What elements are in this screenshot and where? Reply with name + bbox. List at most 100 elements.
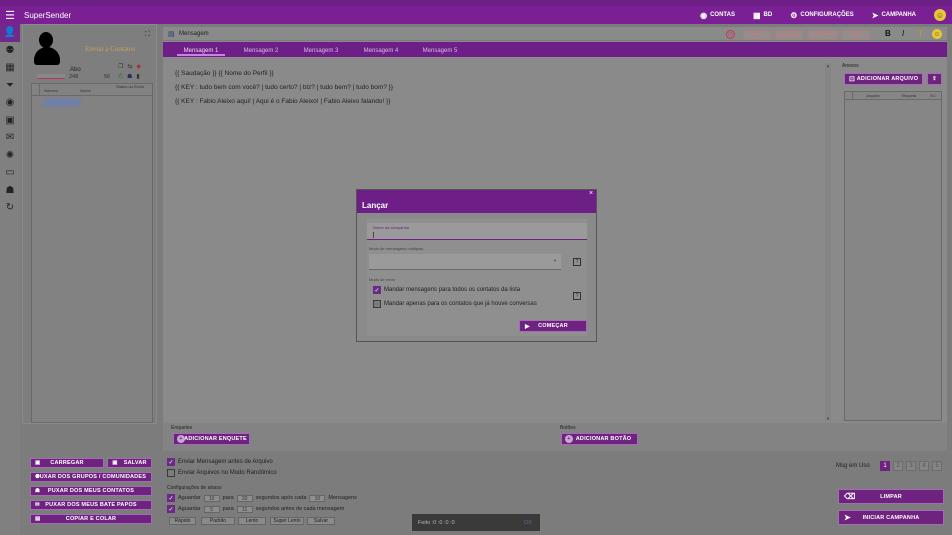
person-icon[interactable]: ☗ <box>127 73 132 80</box>
delay-row1-checkbox[interactable]: ✓ <box>167 494 175 502</box>
delay-row2-from[interactable]: 5 <box>203 505 220 513</box>
delay-row2-to[interactable]: 11 <box>236 505 253 513</box>
arquivos-random-checkbox[interactable] <box>167 469 175 477</box>
nav-bd[interactable]: ▦ BD <box>753 11 772 20</box>
fmt-rooftames-button[interactable]: Rooftames <box>808 30 838 40</box>
close-icon[interactable]: × <box>589 190 593 197</box>
editor-scrollbar[interactable]: ▲ ▼ <box>825 63 831 421</box>
trash-icon[interactable]: ▮ <box>136 73 139 80</box>
delay-row1-to[interactable]: 20 <box>236 494 253 502</box>
app-title: SuperSender <box>24 10 72 20</box>
nome-campanha-input[interactable]: Nome da campanha <box>367 223 587 240</box>
msg-page-1[interactable]: 1 <box>880 461 890 471</box>
modal-body: Nome da campanha Modo de mensagens múlti… <box>367 219 587 336</box>
monitor-icon[interactable]: ▭ <box>0 164 20 182</box>
tab-mensagem-4[interactable]: Mensagem 4 <box>357 46 405 56</box>
phone-icon[interactable]: ✆ <box>118 73 123 80</box>
user-icon[interactable]: 👤 <box>0 24 20 42</box>
tab-mensagem-2[interactable]: Mensagem 2 <box>237 46 285 56</box>
clipboard-icon: ▤ <box>35 516 41 522</box>
salvar-button[interactable]: ▣ SALVAR <box>107 458 152 468</box>
modo-select[interactable]: ▼ <box>369 254 561 270</box>
carregar-button[interactable]: ▣ CARREGAR <box>30 458 104 468</box>
puxar-bate-papos-button[interactable]: ✉ PUXAR DOS MEUS BATE PAPOS <box>30 500 152 510</box>
envio-option-todos[interactable]: ✓ Mandar mensagens para todos os contatos… <box>373 286 520 294</box>
nav-campanha[interactable]: ➤ CAMPANHA <box>872 11 916 20</box>
preset-salvar-button[interactable]: Salvar <box>307 517 335 525</box>
adicionar-botao-button[interactable]: + ADICIONAR BOTÃO <box>561 433 638 445</box>
chat-icon[interactable]: ✉ <box>0 129 20 147</box>
iniciar-campanha-button[interactable]: ➤ INICIAR CAMPANHA <box>838 510 944 525</box>
msg-page-5[interactable]: 5 <box>932 461 942 471</box>
enviar-contatos-label: Enviar a Contatos <box>85 45 136 53</box>
enviar-antes-option[interactable]: ✓ Enviar Mensagem antes de Arquivo <box>167 458 273 466</box>
plus-icon: + <box>177 435 185 443</box>
contact-icon[interactable]: ☗ <box>0 182 20 200</box>
preset-super-lento-button[interactable]: Super Lento <box>270 517 304 525</box>
hamburger-icon[interactable]: ☰ <box>0 9 20 22</box>
strike-button[interactable]: T <box>918 29 923 38</box>
preset-lento-button[interactable]: Lento <box>238 517 266 525</box>
delay-row2-checkbox[interactable]: ✓ <box>167 505 175 513</box>
preset-rapido-button[interactable]: Rápido <box>169 517 196 525</box>
delay-row-1: ✓ Aguardar 10 para 20 segundos após cada… <box>167 494 357 502</box>
scroll-up-icon[interactable]: ▲ <box>825 63 831 68</box>
fmt-saudacao-button[interactable]: Saudação <box>775 30 803 40</box>
clock-icon[interactable]: ◷ <box>726 30 735 39</box>
expand-icon[interactable]: ⛶ <box>145 31 150 39</box>
group-icon[interactable]: ⚉ <box>0 42 20 60</box>
delay-title: Configurações de atraso <box>167 485 222 491</box>
col-etiqueta: Etiqueta <box>901 93 917 98</box>
adicionar-arquivo-button[interactable]: ⊡ ADICIONAR ARQUIVO <box>844 73 923 85</box>
delay-row1-count[interactable]: 10 <box>309 494 326 502</box>
left-sidebar: 👤 ⚉ ▦ ⏷ ◉ ▣ ✉ ✺ ▭ ☗ ↻ <box>0 24 20 535</box>
copiar-colar-button[interactable]: ▤ COPIAR E COLAR <box>30 514 152 524</box>
msg-page-4[interactable]: 4 <box>919 461 929 471</box>
fmt-nome-button[interactable]: Nome <box>743 30 771 40</box>
fmt-ipsilar-button[interactable]: Ipsilar <box>842 30 870 40</box>
italic-button[interactable]: I <box>902 29 904 38</box>
send-icon: ➤ <box>871 10 879 20</box>
refresh-icon[interactable]: ↻ <box>0 199 20 217</box>
tool-icons-top: ❐ ⇆ ◆ <box>118 63 141 70</box>
emoji-icon[interactable]: ☺ <box>934 9 946 21</box>
comecar-button[interactable]: ▶ COMEÇAR <box>519 320 587 332</box>
help-icon[interactable]: ? <box>573 292 581 300</box>
msg-page-3[interactable]: 3 <box>906 461 916 471</box>
enviar-antes-checkbox[interactable]: ✓ <box>167 458 175 466</box>
puxar-contatos-button[interactable]: ☗ PUXAR DOS MEUS CONTATOS <box>30 486 152 496</box>
botoes-label: Botões <box>560 425 576 431</box>
delay-row1-from[interactable]: 10 <box>203 494 220 502</box>
whatsapp-icon[interactable]: ◉ <box>0 94 20 112</box>
tab-mensagem-3[interactable]: Mensagem 3 <box>297 46 345 56</box>
image-icon[interactable]: ▣ <box>0 112 20 130</box>
msg-page-2[interactable]: 2 <box>893 461 903 471</box>
emoji-icon[interactable]: ☺ <box>932 29 942 39</box>
nav-contas[interactable]: ◉ CONTAS <box>700 11 735 20</box>
calendar-icon[interactable]: ▦ <box>0 59 20 77</box>
arquivos-random-option[interactable]: Enviar Arquivos no Modo Randômico <box>167 469 277 477</box>
bold-button[interactable]: B <box>885 29 891 38</box>
nav-configuracoes[interactable]: ⚙ CONFIGURAÇÕES <box>790 11 854 20</box>
settings-group-icon[interactable]: ✺ <box>0 147 20 165</box>
upload-icon[interactable]: ⇪ <box>927 73 942 85</box>
toast-close[interactable]: OK <box>524 520 532 526</box>
envio-option-conversas[interactable]: Mandar apenas para os contatos que já ho… <box>373 300 537 308</box>
preset-padrao-button[interactable]: Padrão <box>201 517 235 525</box>
todos-checkbox[interactable]: ✓ <box>373 286 381 294</box>
filter-icon[interactable]: ⏷ <box>0 77 20 95</box>
puxar-grupos-button[interactable]: ⚉ PUXAR DOS GRUPOS / COMUNIDADES <box>30 472 152 482</box>
help-icon[interactable]: ? <box>573 258 581 266</box>
copy-icon[interactable]: ❐ <box>118 63 123 70</box>
tab-mensagem-5[interactable]: Mensagem 5 <box>416 46 464 56</box>
adicionar-enquete-button[interactable]: + ADICIONAR ENQUETE <box>173 433 250 445</box>
swap-icon[interactable]: ⇆ <box>127 63 132 70</box>
tab-mensagem-1[interactable]: Mensagem 1 <box>177 46 225 56</box>
table-row[interactable] <box>44 99 80 106</box>
scroll-down-icon[interactable]: ▼ <box>825 416 831 421</box>
conversas-checkbox[interactable] <box>373 300 381 308</box>
tag-icon[interactable]: ◆ <box>136 63 141 70</box>
contacts-icon: ☗ <box>35 488 41 494</box>
limpar-button[interactable]: ⌫ LIMPAR <box>838 489 944 504</box>
avatar-head <box>39 32 53 48</box>
